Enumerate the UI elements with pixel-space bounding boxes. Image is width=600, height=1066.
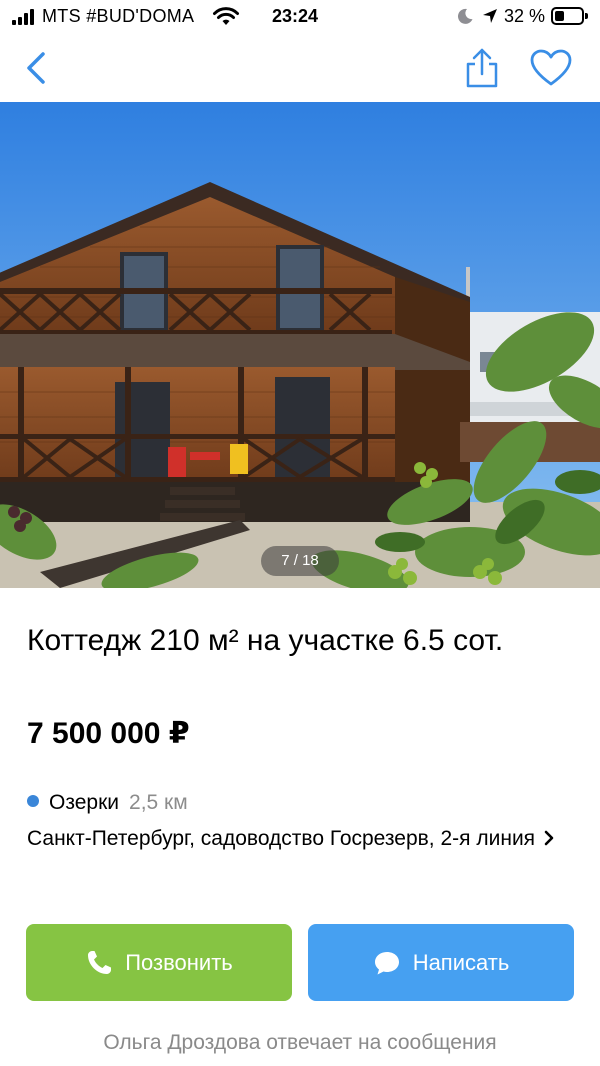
battery-icon [551,7,588,25]
metro-station: Озерки [49,791,120,814]
cellular-signal-icon [12,9,36,25]
battery-percent: 32 % [504,6,546,26]
carrier-name: MTS #BUD'DOMA [42,6,195,26]
clock-time: 23:24 [272,6,319,26]
listing-price: 7 500 000 ₽ [27,717,190,750]
call-button-label: Позвонить [125,949,233,975]
address-link[interactable]: Санкт-Петербург, садоводство Госрезерв, … [27,822,582,856]
heart-icon[interactable] [528,48,574,88]
status-bar: MTS #BUD'DOMA 23:24 32 % [0,0,600,34]
listing-title: Коттедж 210 м² на участке 6.5 сот. [27,624,504,657]
navigation-bar [0,34,600,102]
chevron-right-icon [544,830,554,846]
wifi-icon [213,7,239,25]
do-not-disturb-moon-icon [457,8,473,24]
write-button-label: Написать [412,949,510,975]
metro-line-icon [27,795,39,807]
share-icon[interactable] [460,46,504,90]
seller-response-note: Ольга Дроздова отвечает на сообщения [103,1031,497,1054]
cottage-photo-image [0,102,600,588]
write-button[interactable]: Написать [308,924,574,1001]
address-text: Санкт-Петербург, садоводство Госрезерв, … [27,827,536,850]
call-button[interactable]: Позвонить [26,924,292,1001]
chat-bubble-icon [374,951,399,974]
metro-info: Озерки 2,5 км [27,788,188,818]
listing-photo[interactable] [0,102,600,588]
metro-distance: 2,5 км [129,791,188,814]
photo-counter: 7 / 18 [261,546,339,576]
chevron-left-icon[interactable] [18,48,54,88]
location-arrow-icon [483,9,497,23]
phone-icon [88,950,112,974]
